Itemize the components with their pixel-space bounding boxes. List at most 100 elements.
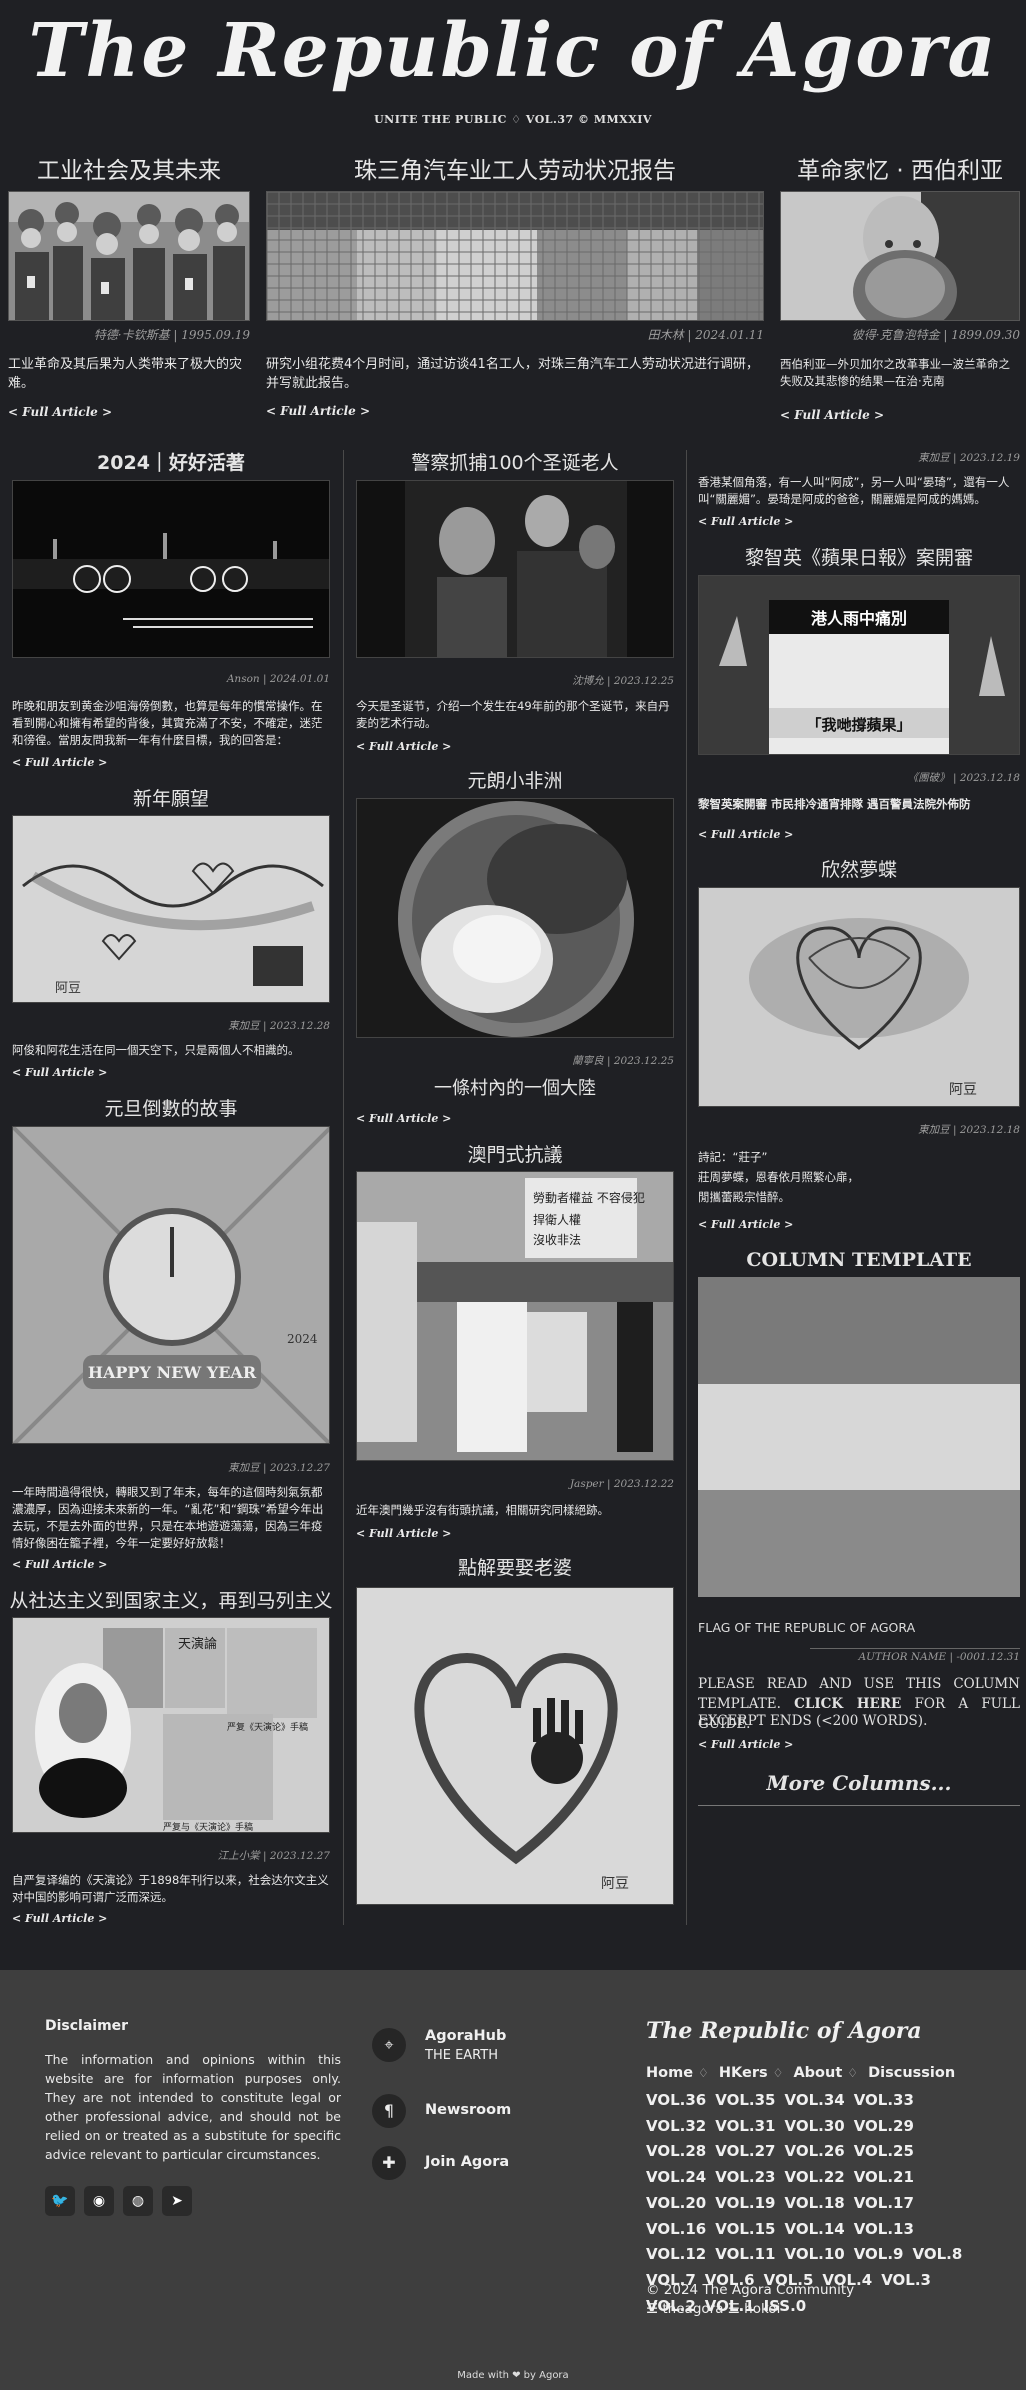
- click-here-link[interactable]: CLICK HERE: [794, 1696, 901, 1712]
- volume-link[interactable]: VOL.22: [784, 2165, 844, 2191]
- fireworks-image[interactable]: [12, 480, 330, 658]
- santa-arrest-image[interactable]: [356, 480, 674, 658]
- article-title[interactable]: 警察抓捕100个圣诞老人: [356, 450, 674, 476]
- article-byline: Anson | 2024.01.01: [226, 673, 330, 685]
- nav-home[interactable]: Home: [646, 2065, 693, 2081]
- reddit-icon[interactable]: ◍: [123, 2186, 153, 2216]
- agorahub-link[interactable]: AgoraHub: [425, 2028, 506, 2044]
- full-article-link[interactable]: < Full Article >: [698, 515, 793, 528]
- article-excerpt: 香港某個角落，有一人叫“阿成”，另一人叫“晏琦”，還有一人叫“關麗媚”。晏琦是阿…: [698, 475, 1010, 506]
- volume-link[interactable]: VOL.20: [646, 2191, 706, 2217]
- volume-link[interactable]: VOL.26: [784, 2139, 844, 2165]
- volume-link[interactable]: VOL.8: [913, 2242, 963, 2268]
- full-article-link[interactable]: < Full Article >: [12, 1558, 107, 1571]
- artist-signature: 阿豆: [949, 1082, 977, 1098]
- nav-about[interactable]: About: [793, 2065, 842, 2081]
- volume-link[interactable]: VOL.27: [715, 2139, 775, 2165]
- article-title[interactable]: 革命家忆 · 西伯利亚: [780, 155, 1020, 187]
- volume-link[interactable]: VOL.13: [854, 2217, 914, 2243]
- volume-link[interactable]: VOL.3: [881, 2268, 931, 2294]
- join-agora-link[interactable]: Join Agora: [425, 2154, 509, 2170]
- article-byline: 《團破》 | 2023.12.18: [907, 772, 1020, 784]
- tianyanlun-image[interactable]: 天演論 严复《天演论》手稿 严复与《天演论》手稿: [12, 1617, 330, 1833]
- article-image[interactable]: [266, 191, 764, 321]
- full-article-link[interactable]: < Full Article >: [12, 1912, 107, 1925]
- nav-hkers[interactable]: HKers: [719, 2065, 768, 2081]
- volume-link[interactable]: VOL.17: [854, 2191, 914, 2217]
- volume-link[interactable]: VOL.32: [646, 2114, 706, 2140]
- article-title[interactable]: 元旦倒數的故事: [12, 1096, 330, 1122]
- apple-daily-image[interactable]: 港人雨中痛別 「我哋撐蘋果」: [698, 575, 1020, 755]
- article-image[interactable]: [8, 191, 250, 321]
- newspaper-slogan: 「我哋撐蘋果」: [806, 716, 911, 734]
- new-year-wish-image[interactable]: 阿豆: [12, 815, 330, 1003]
- full-article-link[interactable]: < Full Article >: [356, 740, 451, 753]
- article-title[interactable]: COLUMN TEMPLATE: [698, 1247, 1020, 1273]
- volume-link[interactable]: VOL.16: [646, 2217, 706, 2243]
- article-byline: 東加豆 | 2023.12.19: [918, 452, 1020, 464]
- newsroom-link[interactable]: Newsroom: [425, 2102, 511, 2118]
- volume-link[interactable]: VOL.30: [784, 2114, 844, 2140]
- site-title[interactable]: The Republic of Agora: [0, 8, 1026, 94]
- telegram-icon[interactable]: ➤: [162, 2186, 192, 2216]
- full-article-link[interactable]: < Full Article >: [8, 405, 112, 419]
- footer-nav: Home ♢ HKers ♢ About ♢ Discussion: [646, 2065, 955, 2081]
- volume-link[interactable]: VOL.11: [715, 2242, 775, 2268]
- full-article-link[interactable]: < Full Article >: [698, 1738, 793, 1751]
- article-title[interactable]: 2024｜好好活著: [12, 450, 330, 476]
- volume-link[interactable]: VOL.28: [646, 2139, 706, 2165]
- new-year-clock-illustration: HAPPY NEW YEAR 2024: [13, 1127, 329, 1443]
- full-article-link[interactable]: < Full Article >: [266, 404, 370, 418]
- article-title[interactable]: 新年願望: [12, 786, 330, 812]
- heart-drawing-image[interactable]: 阿豆: [356, 1587, 674, 1905]
- full-article-link[interactable]: < Full Article >: [12, 1066, 107, 1079]
- volume-link[interactable]: VOL.10: [784, 2242, 844, 2268]
- article-title[interactable]: 从社达主义到国家主义，再到马列主义: [6, 1588, 336, 1614]
- article-title[interactable]: 點解要娶老婆: [356, 1555, 674, 1581]
- food-image[interactable]: [356, 798, 674, 1038]
- macau-protest-image[interactable]: 勞動者權益 不容侵犯 捍衛人權 沒收非法: [356, 1171, 674, 1461]
- clock-image[interactable]: HAPPY NEW YEAR 2024: [12, 1126, 330, 1444]
- full-article-link[interactable]: < Full Article >: [356, 1112, 451, 1125]
- volume-link[interactable]: VOL.18: [784, 2191, 844, 2217]
- footer-brand[interactable]: The Republic of Agora: [646, 2018, 922, 2044]
- article-title[interactable]: 澳門式抗議: [356, 1142, 674, 1168]
- article-title[interactable]: 珠三角汽车业工人劳动状况报告: [266, 155, 764, 187]
- butterfly-dream-image[interactable]: 阿豆: [698, 887, 1020, 1107]
- volume-link[interactable]: VOL.21: [854, 2165, 914, 2191]
- volume-link[interactable]: VOL.24: [646, 2165, 706, 2191]
- volume-link[interactable]: VOL.33: [854, 2088, 914, 2114]
- volume-link[interactable]: VOL.23: [715, 2165, 775, 2191]
- full-article-link[interactable]: < Full Article >: [780, 408, 884, 422]
- volume-link[interactable]: VOL.34: [784, 2088, 844, 2114]
- more-columns-link[interactable]: More Columns...: [698, 1770, 1020, 1796]
- article-title[interactable]: 黎智英《蘋果日報》案開審: [698, 545, 1020, 571]
- article-title[interactable]: 工业社会及其未来: [8, 155, 250, 187]
- flag-image[interactable]: [698, 1277, 1020, 1597]
- github-icon[interactable]: ◉: [84, 2186, 114, 2216]
- volume-link[interactable]: VOL.14: [784, 2217, 844, 2243]
- protest-sign-text: 勞動者權益 不容侵犯: [533, 1190, 645, 1205]
- volume-link[interactable]: VOL.9: [854, 2242, 904, 2268]
- full-article-link[interactable]: < Full Article >: [698, 828, 793, 841]
- heart-handprint-illustration: 阿豆: [357, 1588, 673, 1904]
- nav-discussion[interactable]: Discussion: [868, 2065, 955, 2081]
- clock-banner-text: HAPPY NEW YEAR: [88, 1363, 257, 1382]
- article-title[interactable]: 元朗小非洲: [356, 768, 674, 794]
- full-article-link[interactable]: < Full Article >: [698, 1218, 793, 1231]
- article-image[interactable]: [780, 191, 1020, 334]
- article-excerpt: 詩記：“莊子” 莊周夢蝶，恩春依月照繁心扉， 閒攜蕾殿宗惜醉。: [698, 1150, 859, 1204]
- volume-link[interactable]: VOL.35: [715, 2088, 775, 2114]
- volume-link[interactable]: VOL.25: [854, 2139, 914, 2165]
- article-title[interactable]: 欣然夢蝶: [698, 857, 1020, 883]
- volume-link[interactable]: VOL.31: [715, 2114, 775, 2140]
- full-article-link[interactable]: < Full Article >: [356, 1527, 451, 1540]
- credits[interactable]: ☰ theagora ☰ hokoi: [646, 2301, 780, 2317]
- volume-link[interactable]: VOL.29: [854, 2114, 914, 2140]
- twitter-icon[interactable]: 🐦: [45, 2186, 75, 2216]
- volume-link[interactable]: VOL.12: [646, 2242, 706, 2268]
- full-article-link[interactable]: < Full Article >: [12, 756, 107, 769]
- volume-link[interactable]: VOL.19: [715, 2191, 775, 2217]
- volume-link[interactable]: VOL.15: [715, 2217, 775, 2243]
- volume-link[interactable]: VOL.36: [646, 2088, 706, 2114]
